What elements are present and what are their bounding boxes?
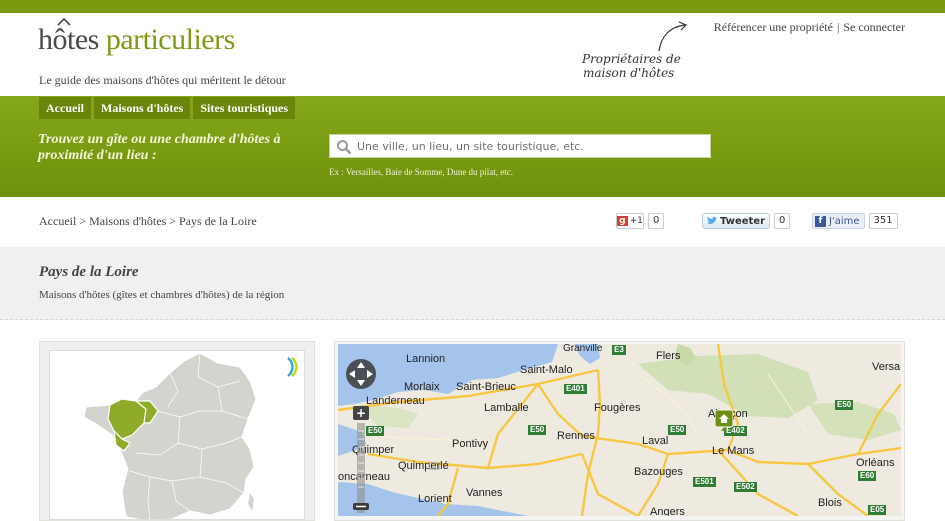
road-label-e502: E502 <box>734 482 757 492</box>
map-city-blois: Blois <box>818 497 842 509</box>
owners-link[interactable]: Propriétaires de maison d'hôtes <box>582 52 692 80</box>
property-marker-icon[interactable] <box>715 410 733 432</box>
link-separator: | <box>836 20 840 34</box>
facebook-label: J'aime <box>829 215 860 227</box>
logo-word-hotes: hôtes <box>38 23 99 56</box>
search-examples: Ex : Versailles, Baie de Somme, Dune du … <box>329 167 514 177</box>
road-label-e60: E60 <box>858 471 877 481</box>
login-link[interactable]: Se connecter <box>843 20 905 34</box>
map-zoom-slider[interactable] <box>352 405 370 517</box>
map-city-pontivy: Pontivy <box>452 438 489 450</box>
facebook-widget: f J'aime 351 <box>812 212 898 230</box>
facebook-icon: f <box>815 215 826 227</box>
road-label-e401: E401 <box>564 384 587 394</box>
twitter-widget: Tweeter 0 <box>702 212 791 230</box>
road-label-e50-c: E50 <box>835 400 854 410</box>
tweet-button[interactable]: Tweeter <box>702 213 771 229</box>
nav-item-accueil[interactable]: Accueil <box>39 97 91 119</box>
top-links: Référencer une propriété | Se connecter <box>714 20 905 35</box>
road-label-e501: E501 <box>693 477 716 487</box>
page-title: Pays de la Loire <box>39 264 139 280</box>
facebook-count: 351 <box>868 213 898 229</box>
main-nav: Accueil Maisons d'hôtes Sites touristiqu… <box>39 97 296 119</box>
map-city-versailles: Versa <box>872 361 901 373</box>
region-map[interactable]: Lannion Saint-Malo Granville Flers Versa… <box>338 344 901 516</box>
quimperle-town-marker <box>428 462 440 470</box>
gplus-label: +1 <box>629 216 643 226</box>
map-city-fougeres: Fougères <box>594 402 641 414</box>
top-bar <box>0 0 945 13</box>
map-city-landerneau: Landerneau <box>366 395 425 407</box>
search-box[interactable] <box>329 134 711 158</box>
twitter-bird-icon <box>707 216 718 224</box>
map-city-granville: Granville <box>563 344 603 354</box>
map-city-orleans: Orléans <box>856 457 895 469</box>
map-city-lorient: Lorient <box>418 493 452 505</box>
site-logo[interactable]: hôtes particuliers <box>38 22 235 58</box>
road-label-e50-b: E50 <box>668 425 687 435</box>
facebook-like-button[interactable]: f J'aime <box>812 213 865 229</box>
france-map-svg <box>83 352 257 519</box>
nav-item-sites[interactable]: Sites touristiques <box>193 97 296 119</box>
map-zoom-in-button[interactable]: + <box>353 406 369 420</box>
search-label: Trouvez un gîte ou une chambre d'hôtes à… <box>38 132 281 163</box>
tweet-label: Tweeter <box>720 215 766 227</box>
map-city-saint-brieuc: Saint-Brieuc <box>456 381 516 393</box>
map-city-lannion: Lannion <box>406 353 446 365</box>
curved-arrow-icon <box>658 21 688 52</box>
map-city-le-mans: Le Mans <box>712 445 755 457</box>
gplus-widget: g +1 0 <box>616 212 665 230</box>
map-city-laval: Laval <box>642 435 669 447</box>
map-pan-control[interactable] <box>344 357 378 391</box>
road-label-e50-a: E50 <box>528 425 547 435</box>
logo-word-particuliers: particuliers <box>105 23 235 56</box>
map-city-saint-malo: Saint-Malo <box>520 364 573 376</box>
gplus-button[interactable]: g +1 <box>616 213 644 229</box>
road-label-e05: E05 <box>868 505 887 515</box>
road-label-e3: E3 <box>612 345 626 355</box>
tweet-count: 0 <box>774 213 791 229</box>
reference-property-link[interactable]: Référencer une propriété <box>714 20 833 34</box>
site-tagline: Le guide des maisons d'hôtes qui mériten… <box>39 73 286 87</box>
map-brand-icon <box>287 357 298 377</box>
gplus-count: 0 <box>648 213 665 229</box>
map-city-bazouges: Bazouges <box>634 466 683 478</box>
region-header <box>0 247 945 320</box>
map-city-lamballe: Lamballe <box>484 402 529 414</box>
map-city-vannes: Vannes <box>466 487 503 499</box>
map-city-angers: Angers <box>650 506 685 516</box>
nav-item-maisons[interactable]: Maisons d'hôtes <box>94 97 191 119</box>
gplus-icon: g <box>617 216 628 226</box>
map-city-morlaix: Morlaix <box>404 381 440 393</box>
search-input[interactable] <box>357 137 702 155</box>
france-map[interactable] <box>49 350 305 520</box>
map-city-quimperle: Quimperlé <box>398 460 449 472</box>
map-city-rennes: Rennes <box>557 430 595 442</box>
map-background <box>338 344 901 516</box>
page-subtitle: Maisons d'hôtes (gîtes et chambres d'hôt… <box>39 289 285 301</box>
map-city-flers: Flers <box>656 350 681 362</box>
search-icon <box>337 140 352 155</box>
breadcrumb[interactable]: Accueil > Maisons d'hôtes > Pays de la L… <box>39 214 257 229</box>
owners-line2: maison d'hôtes <box>583 66 675 80</box>
owners-line1: Propriétaires de <box>582 52 681 66</box>
